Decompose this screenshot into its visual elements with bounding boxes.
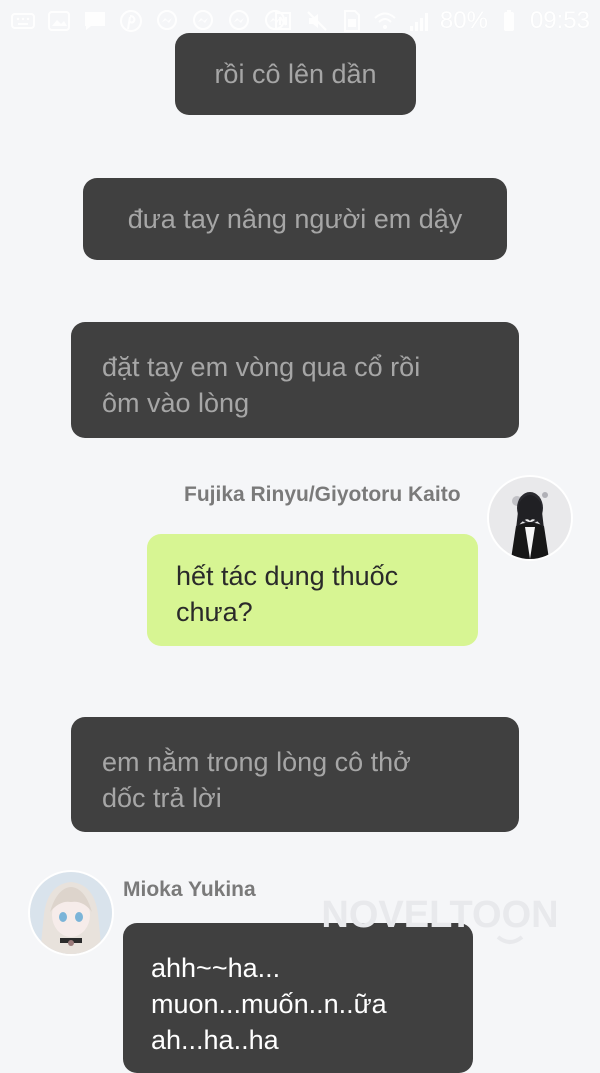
battery-icon [503,10,514,31]
sender-name: Fujika Rinyu/Giyotoru Kaito [184,483,461,506]
sim-icon [343,10,360,32]
narration-bubble: rồi cô lên dần [175,33,416,115]
status-time: 09:53 [529,7,590,34]
signal-icon [409,13,428,31]
messenger-icon [229,10,249,30]
avatar[interactable] [30,872,112,954]
avatar-image [489,477,571,559]
chat-bubble-right: hết tác dụng thuốc chưa? [147,534,478,646]
narration-text: em nằm trong lòng cô thở dốc trả lời [102,747,411,813]
keyboard-icon [11,13,35,29]
narration-bubble: đưa tay nâng người em dậy [83,178,507,260]
wifi-icon [374,12,396,29]
narration-bubble: em nằm trong lòng cô thở dốc trả lời [71,717,519,832]
narration-text: đặt tay em vòng qua cổ rồi ôm vào lòng [102,352,421,418]
watermark-text: NOVELTOON [321,894,558,936]
avatar-image [30,872,112,954]
pinterest-icon [120,10,142,32]
message-icon [85,12,105,30]
chat-message-text: ahh~~ha... muon...muốn..n..ữa ah...ha..h… [151,953,387,1055]
system-status: 80% 09:53 [270,7,590,35]
sender-name: Mioka Yukina [123,878,256,901]
watermark-logo: NOVELTOON [321,894,559,944]
narration-text: rồi cô lên dần [214,59,377,89]
photo-icon [48,11,70,31]
messenger-icon [193,10,213,30]
narration-bubble: đặt tay em vòng qua cổ rồi ôm vào lòng [71,322,519,438]
chat-message-text: hết tác dụng thuốc chưa? [176,561,399,627]
avatar[interactable] [489,477,571,559]
narration-text: đưa tay nâng người em dậy [127,204,463,234]
mute-icon [307,11,327,31]
notification-icons [10,8,288,34]
messenger-icon [157,10,177,30]
battery-percentage: 80% [439,7,488,34]
nfc-icon [274,12,291,30]
